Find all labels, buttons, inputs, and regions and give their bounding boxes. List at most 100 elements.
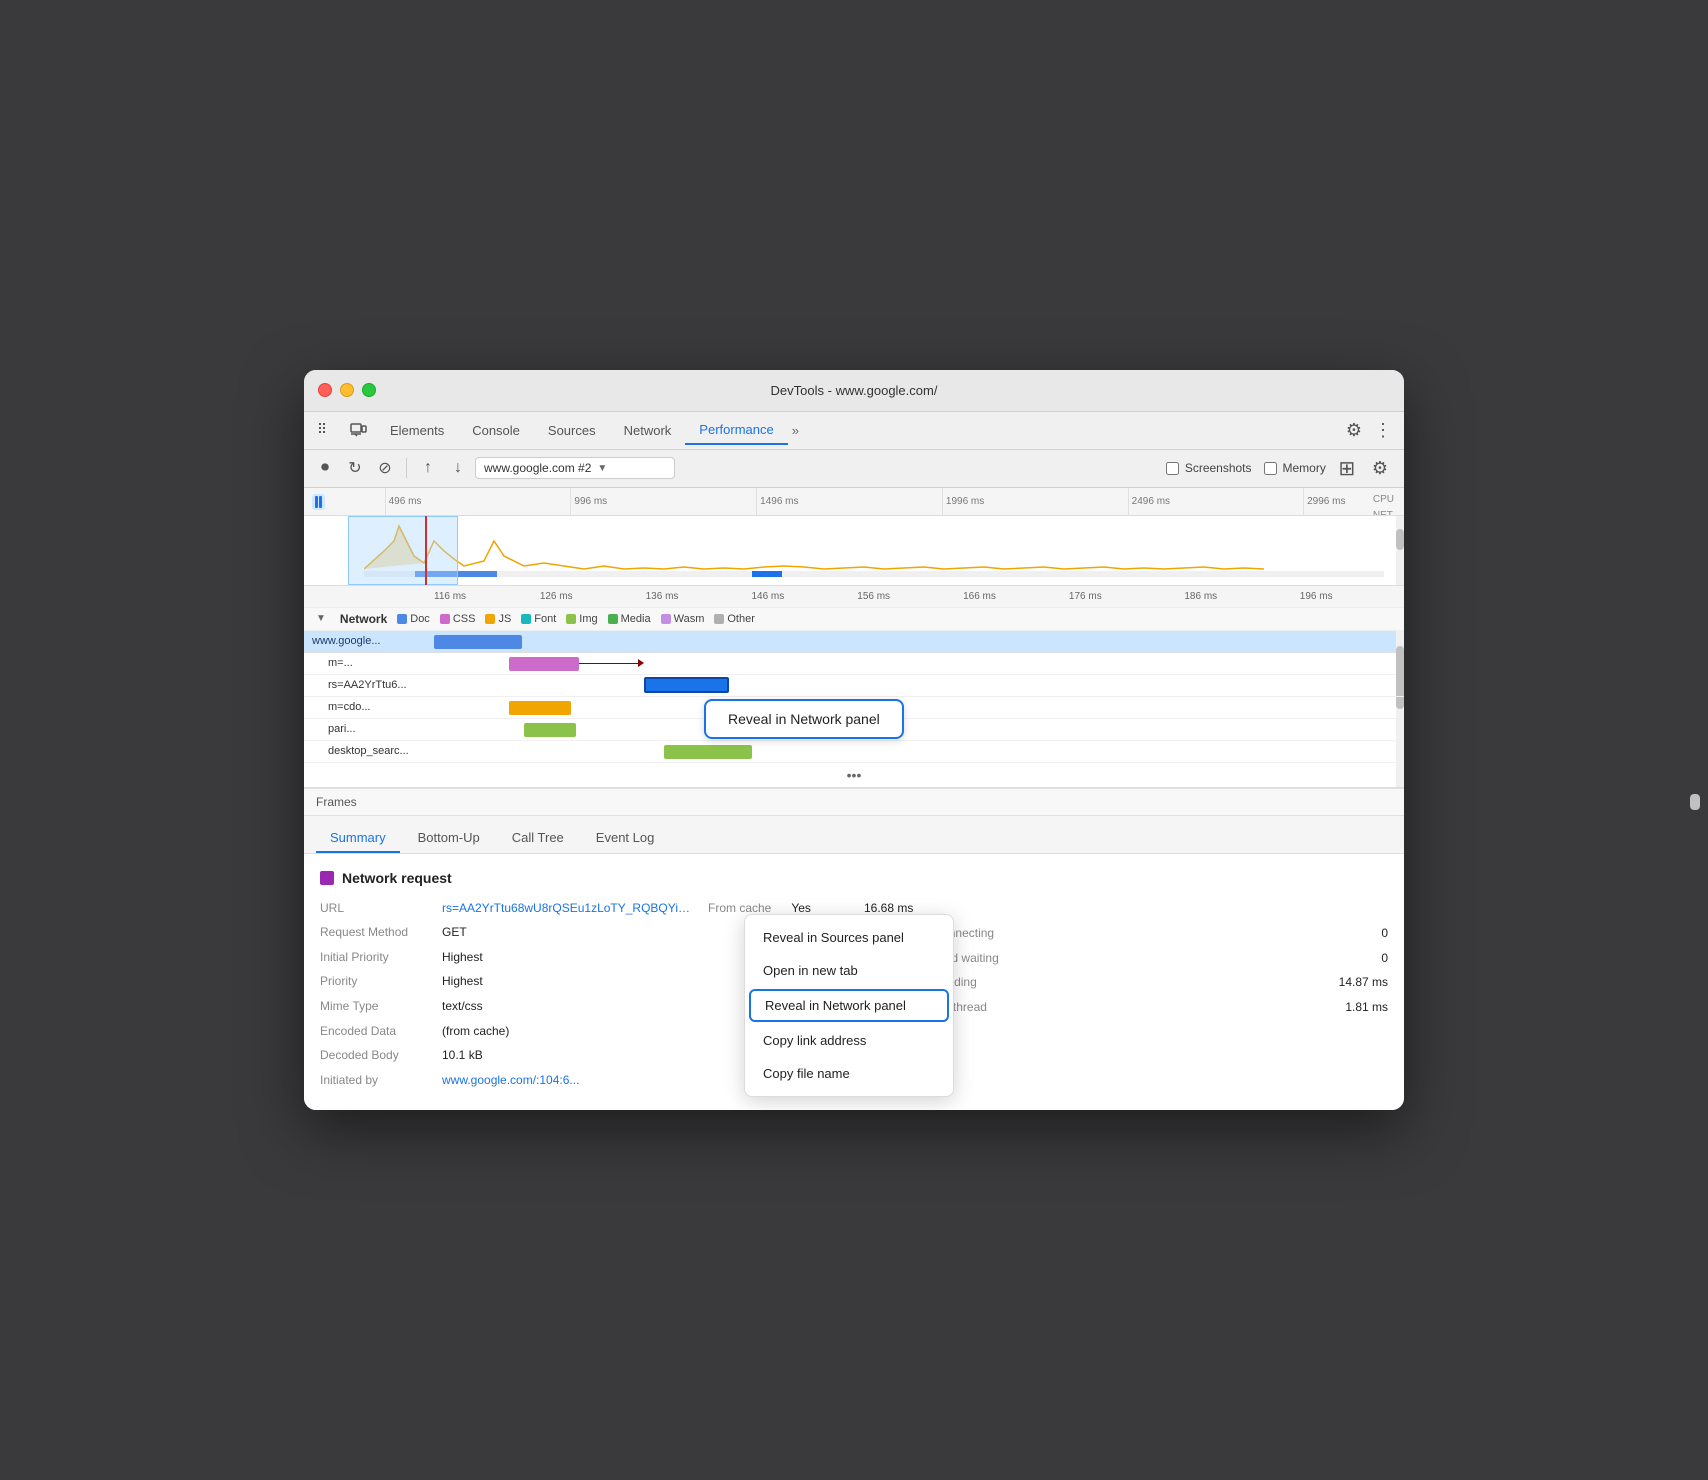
tooltip-reveal-top[interactable]: Reveal in Network panel: [704, 699, 904, 739]
net-bar-google: [434, 635, 522, 649]
net-tick-156: 156 ms: [857, 591, 890, 602]
net-row-m[interactable]: m=...: [304, 653, 1404, 675]
url-caret-icon: ▼: [597, 463, 607, 474]
tab-sources[interactable]: Sources: [534, 417, 610, 444]
maximize-button[interactable]: [362, 383, 376, 397]
upload-icon[interactable]: ↑: [415, 455, 441, 481]
screenshots-label: Screenshots: [1185, 461, 1252, 475]
net-row-google[interactable]: www.google...: [304, 631, 1404, 653]
window-title: DevTools - www.google.com/: [771, 383, 938, 398]
network-request-icon: [320, 871, 334, 885]
network-legend: ▼ Network Doc CSS JS Font Img Media Wasm: [304, 608, 1404, 631]
legend-img: Img: [566, 613, 597, 625]
ctx-open-new-tab[interactable]: Open in new tab: [745, 954, 953, 987]
ctx-copy-link[interactable]: Copy link address: [745, 1024, 953, 1057]
legend-js: JS: [485, 613, 511, 625]
net-tick-196: 196 ms: [1300, 591, 1333, 602]
tab-bottom-up[interactable]: Bottom-Up: [404, 824, 494, 853]
network-scrollbar-track[interactable]: [1396, 631, 1404, 787]
pause-button[interactable]: [312, 494, 325, 510]
devtools-window: DevTools - www.google.com/ Elements: [304, 370, 1404, 1111]
legend-css: CSS: [440, 613, 476, 625]
traffic-lights: [318, 383, 376, 397]
ctx-copy-filename[interactable]: Copy file name: [745, 1057, 953, 1090]
tab-performance[interactable]: Performance: [685, 416, 787, 445]
legend-media: Media: [608, 613, 651, 625]
row-label-mcdo: m=cdo...: [304, 701, 434, 713]
playhead-line: [425, 516, 427, 585]
devtools-tabs: Elements Console Sources Network Perform…: [304, 412, 1404, 450]
frames-label: Frames: [316, 795, 357, 809]
tick-2996ms: 2996 ms: [1303, 488, 1345, 515]
timeline-ruler: 496 ms 996 ms 1496 ms 1996 ms 2496 ms 29…: [304, 488, 1404, 516]
network-collapse-icon[interactable]: ▼: [316, 613, 326, 624]
ctx-reveal-sources[interactable]: Reveal in Sources panel: [745, 921, 953, 954]
tick-1996ms: 1996 ms: [942, 488, 984, 515]
net-tick-146: 146 ms: [751, 591, 784, 602]
separator: [406, 458, 407, 478]
net-bar-mcdo: [509, 701, 571, 715]
clear-icon[interactable]: ⊘: [372, 455, 398, 481]
minimize-button[interactable]: [340, 383, 354, 397]
context-menu: Reveal in Sources panel Open in new tab …: [744, 914, 954, 1097]
tick-1496ms: 1496 ms: [756, 488, 798, 515]
memory-checkbox[interactable]: [1264, 462, 1277, 475]
download-icon[interactable]: ↓: [445, 455, 471, 481]
row-label-m: m=...: [304, 657, 434, 669]
cpu-label: CPU: [1373, 492, 1394, 508]
row-label-pari: pari...: [304, 723, 434, 735]
reload-icon[interactable]: ↻: [342, 455, 368, 481]
summary-title: Network request: [320, 870, 1388, 886]
performance-toolbar: ⏺ ↻ ⊘ ↑ ↓ www.google.com #2 ▼ Screenshot…: [304, 450, 1404, 488]
screenshots-checkbox-group: Screenshots: [1166, 461, 1252, 475]
net-tick-186: 186 ms: [1184, 591, 1217, 602]
bottom-tabs: Summary Bottom-Up Call Tree Event Log: [304, 816, 1404, 854]
cursor-icon[interactable]: [312, 416, 340, 444]
net-bar-desktop: [664, 745, 752, 759]
memory-checkbox-group: Memory: [1264, 461, 1326, 475]
record-icon[interactable]: ⏺: [312, 455, 338, 481]
more-options-icon[interactable]: ⋮: [1370, 416, 1396, 445]
scrollbar-thumb[interactable]: [1396, 529, 1404, 550]
tab-network[interactable]: Network: [610, 417, 686, 444]
network-ruler: 116 ms 126 ms 136 ms 146 ms 156 ms 166 m…: [304, 586, 1404, 608]
legend-wasm: Wasm: [661, 613, 705, 625]
timeline-area[interactable]: [304, 516, 1404, 586]
cpu-net-labels: CPU NET: [1373, 492, 1394, 516]
net-row-desktop[interactable]: desktop_searc...: [304, 741, 1404, 763]
net-tick-176: 176 ms: [1069, 591, 1102, 602]
net-bar-rs: [644, 677, 729, 693]
legend-other: Other: [714, 613, 755, 625]
settings-icon[interactable]: ⚙: [1338, 416, 1370, 445]
row-label-rs: rs=AA2YrTtu6...: [304, 679, 434, 691]
net-tick-116: 116 ms: [434, 591, 466, 602]
screenshots-checkbox[interactable]: [1166, 462, 1179, 475]
cpu-waveform: [364, 521, 1264, 571]
device-icon[interactable]: [344, 416, 372, 444]
net-row-rs[interactable]: rs=AA2YrTtu6... Reveal in Network panel: [304, 675, 1404, 697]
close-button[interactable]: [318, 383, 332, 397]
summary-panel: Network request URL rs=AA2YrTtu68wU8rQSE…: [304, 854, 1404, 1111]
scrollbar-track[interactable]: [1396, 516, 1404, 585]
tick-996ms: 996 ms: [570, 488, 607, 515]
more-dots: •••: [304, 763, 1404, 787]
memory-icon[interactable]: ⊞: [1334, 455, 1360, 481]
titlebar: DevTools - www.google.com/: [304, 370, 1404, 412]
tab-console[interactable]: Console: [458, 417, 534, 444]
tab-event-log[interactable]: Event Log: [582, 824, 669, 853]
legend-doc: Doc: [397, 613, 430, 625]
url-selector[interactable]: www.google.com #2 ▼: [475, 457, 675, 479]
tab-call-tree[interactable]: Call Tree: [498, 824, 578, 853]
memory-label: Memory: [1283, 461, 1326, 475]
url-value[interactable]: rs=AA2YrTtu68wU8rQSEu1zLoTY_RQBQYibAg...: [442, 898, 692, 920]
network-rows: www.google... m=... rs=AA2YrTtu6... Reve…: [304, 631, 1404, 788]
tab-summary[interactable]: Summary: [316, 824, 400, 853]
more-tabs-button[interactable]: »: [788, 419, 803, 442]
tab-elements[interactable]: Elements: [376, 417, 458, 444]
frames-bar: Frames: [304, 788, 1404, 816]
initiated-link[interactable]: www.google.com/:104:6...: [442, 1070, 579, 1092]
net-bar-m: [509, 657, 579, 671]
perf-settings-icon[interactable]: ⚙: [1364, 454, 1396, 483]
legend-font: Font: [521, 613, 556, 625]
ctx-reveal-network[interactable]: Reveal in Network panel: [749, 989, 949, 1022]
